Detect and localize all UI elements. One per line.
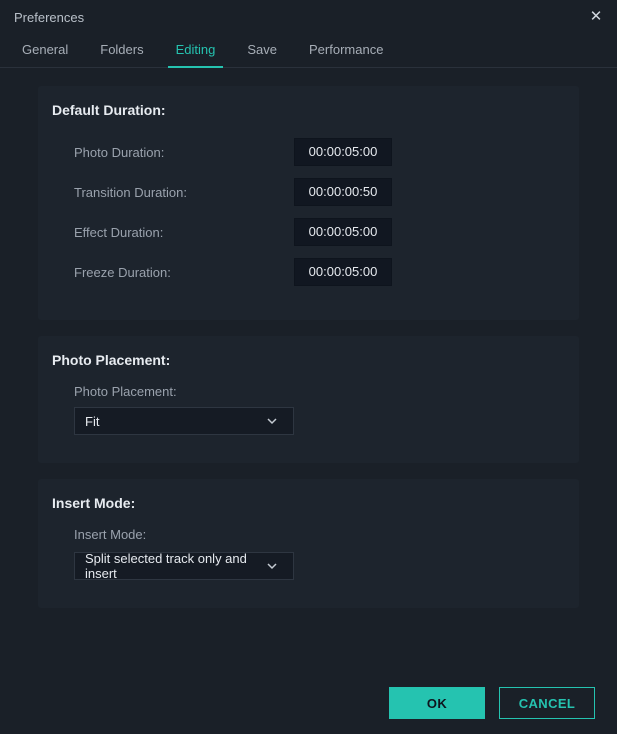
insert-mode-select[interactable]: Split selected track only and insert xyxy=(74,552,294,580)
cancel-button[interactable]: CANCEL xyxy=(499,687,595,719)
photo-placement-select[interactable]: Fit xyxy=(74,407,294,435)
chevron-down-icon xyxy=(275,561,285,571)
field-label: Freeze Duration: xyxy=(74,265,274,280)
tab-bar: General Folders Editing Save Performance xyxy=(0,34,617,68)
field-label: Photo Placement: xyxy=(52,382,565,407)
tab-folders[interactable]: Folders xyxy=(84,34,159,67)
tab-save[interactable]: Save xyxy=(231,34,293,67)
preferences-dialog: Preferences ✕ General Folders Editing Sa… xyxy=(0,0,617,734)
section-title: Default Duration: xyxy=(52,102,565,118)
effect-duration-input[interactable]: 00:00:05:00 xyxy=(294,218,392,246)
section-photo-placement: Photo Placement: Photo Placement: Fit xyxy=(38,336,579,463)
row-transition-duration: Transition Duration: 00:00:00:50 xyxy=(52,172,565,212)
dialog-footer: OK CANCEL xyxy=(0,672,617,734)
section-title: Insert Mode: xyxy=(52,495,565,511)
close-icon[interactable]: ✕ xyxy=(589,10,603,24)
photo-duration-input[interactable]: 00:00:05:00 xyxy=(294,138,392,166)
select-value: Fit xyxy=(85,414,99,429)
field-label: Insert Mode: xyxy=(52,525,565,550)
freeze-duration-input[interactable]: 00:00:05:00 xyxy=(294,258,392,286)
window-title: Preferences xyxy=(14,10,84,25)
section-insert-mode: Insert Mode: Insert Mode: Split selected… xyxy=(38,479,579,608)
section-default-duration: Default Duration: Photo Duration: 00:00:… xyxy=(38,86,579,320)
tab-editing[interactable]: Editing xyxy=(160,34,232,67)
tab-performance[interactable]: Performance xyxy=(293,34,399,67)
transition-duration-input[interactable]: 00:00:00:50 xyxy=(294,178,392,206)
row-effect-duration: Effect Duration: 00:00:05:00 xyxy=(52,212,565,252)
chevron-down-icon xyxy=(275,416,285,426)
section-title: Photo Placement: xyxy=(52,352,565,368)
row-freeze-duration: Freeze Duration: 00:00:05:00 xyxy=(52,252,565,292)
ok-button[interactable]: OK xyxy=(389,687,485,719)
row-photo-duration: Photo Duration: 00:00:05:00 xyxy=(52,132,565,172)
select-value: Split selected track only and insert xyxy=(85,551,265,581)
tab-general[interactable]: General xyxy=(6,34,84,67)
field-label: Transition Duration: xyxy=(74,185,274,200)
field-label: Photo Duration: xyxy=(74,145,274,160)
content-area: Default Duration: Photo Duration: 00:00:… xyxy=(0,68,617,672)
titlebar: Preferences ✕ xyxy=(0,0,617,34)
field-label: Effect Duration: xyxy=(74,225,274,240)
